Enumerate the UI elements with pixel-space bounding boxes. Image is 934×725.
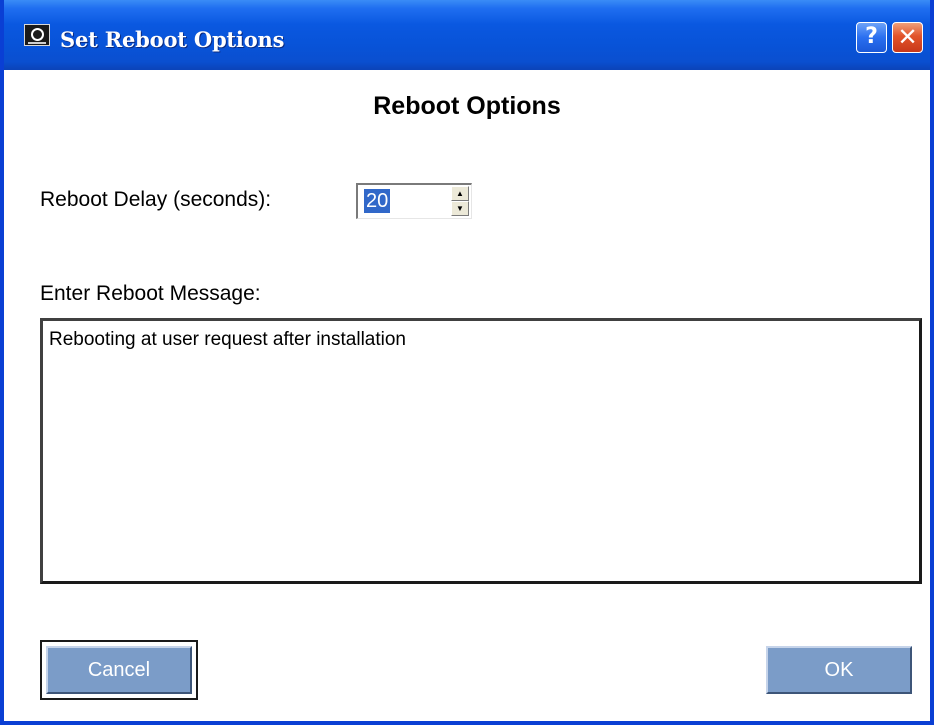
hp-app-icon [24,24,50,46]
reboot-message-label: Enter Reboot Message: [40,282,261,305]
dialog-heading: Reboot Options [373,92,561,120]
help-button[interactable]: ? [856,22,887,53]
title-bar[interactable]: Set Reboot Options ? ✕ [4,0,930,70]
window-title: Set Reboot Options [60,27,285,52]
dialog-window: Set Reboot Options ? ✕ Reboot Options Re… [0,0,934,725]
cancel-button[interactable]: Cancel [46,646,192,694]
close-button[interactable]: ✕ [892,22,923,53]
reboot-message-textarea[interactable]: Rebooting at user request after installa… [40,318,922,584]
reboot-delay-spinbox[interactable]: 20 ▲ ▼ [356,183,472,219]
reboot-delay-label: Reboot Delay (seconds): [40,188,272,211]
spin-down-icon[interactable]: ▼ [451,201,469,216]
ok-button[interactable]: OK [766,646,912,694]
spin-up-icon[interactable]: ▲ [451,186,469,201]
spin-buttons: ▲ ▼ [451,186,469,216]
reboot-delay-value[interactable]: 20 [362,188,392,214]
cancel-button-focus-frame: Cancel [40,640,198,700]
